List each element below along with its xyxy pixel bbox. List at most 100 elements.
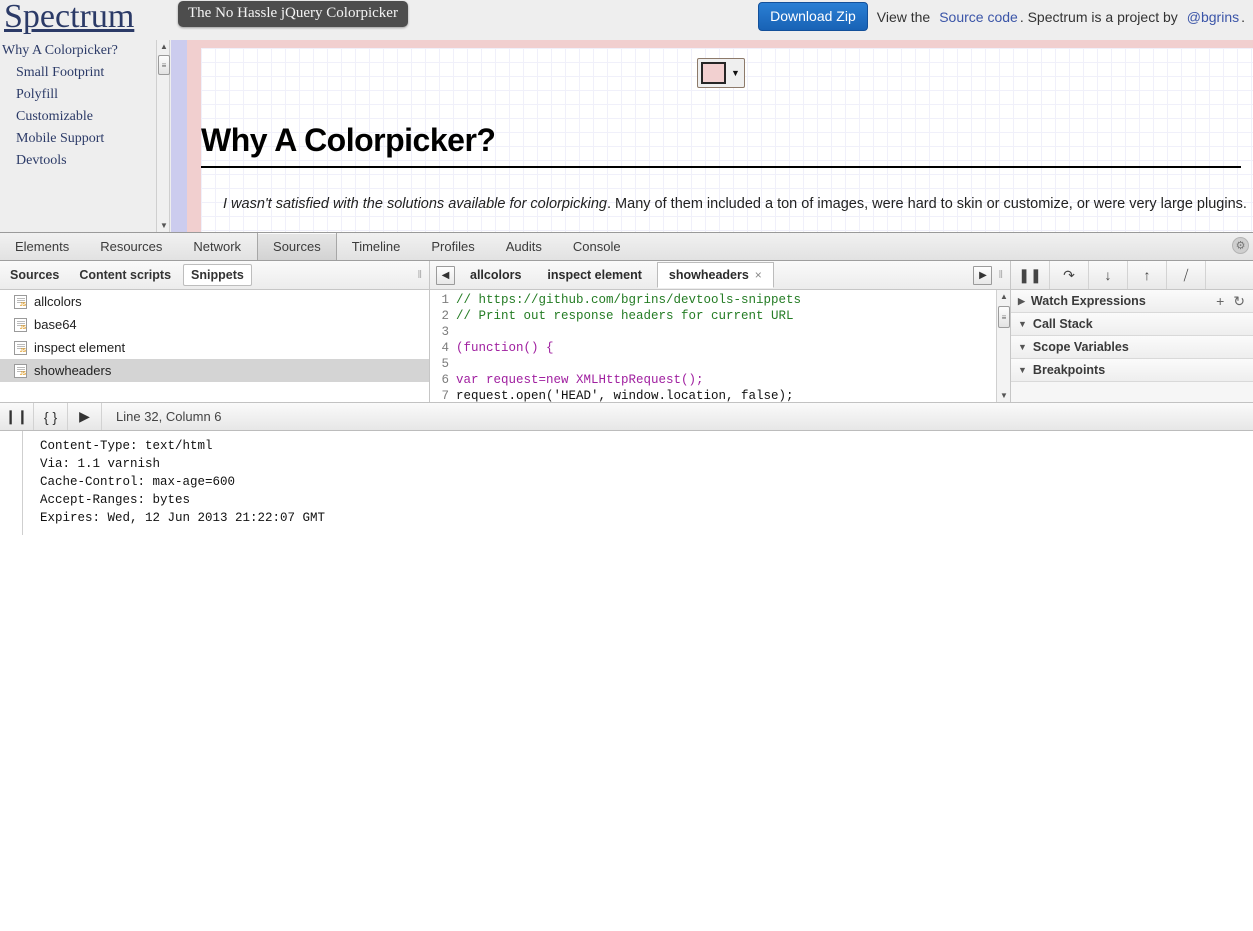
- spectrum-colorpicker-widget[interactable]: ▼: [697, 58, 745, 88]
- scroll-down-arrow-icon[interactable]: ▼: [157, 219, 171, 232]
- line-number: 3: [441, 325, 449, 339]
- navigator-sub-tabs: Sources Content scripts Snippets ‖: [0, 261, 430, 289]
- watch-actions: + ↻: [1216, 293, 1253, 310]
- refresh-watch-icon[interactable]: ↻: [1233, 293, 1245, 310]
- toc-item-why-a-colorpicker[interactable]: Why A Colorpicker?: [0, 40, 155, 62]
- color-swatch[interactable]: [701, 62, 726, 84]
- collapse-sidebar-button[interactable]: ▶: [973, 265, 993, 285]
- intro-paragraph-italic: I wasn't satisfied with the solutions av…: [223, 196, 607, 212]
- editor-tab-inspect-element[interactable]: inspect element: [536, 263, 652, 287]
- line-number: 7: [441, 389, 449, 402]
- chevron-down-icon[interactable]: ▼: [1018, 342, 1027, 352]
- navigator-resize-grip-icon[interactable]: ‖: [417, 269, 423, 281]
- snippet-item-base64[interactable]: base64: [0, 313, 429, 336]
- code-listing: 1 // https://github.com/bgrins/devtools-s…: [430, 290, 1010, 402]
- decorative-pink-band-top: [187, 40, 1253, 48]
- scrollbar-thumb[interactable]: ≡: [998, 306, 1010, 328]
- editor-tab-showheaders-label: showheaders: [668, 268, 749, 282]
- nav-tab-sources[interactable]: Sources: [2, 264, 67, 286]
- devtools-middle-region: allcolors base64 inspect element showhea…: [0, 290, 1253, 402]
- toc-item-small-footprint[interactable]: Small Footprint: [0, 62, 155, 84]
- tab-profiles[interactable]: Profiles: [416, 233, 490, 260]
- site-title-link[interactable]: Spectrum: [4, 0, 134, 36]
- header-text-project-by: . Spectrum is a project by: [1019, 8, 1178, 25]
- snippet-item-allcolors[interactable]: allcolors: [0, 290, 429, 313]
- javascript-file-icon: [14, 340, 27, 355]
- devtools-panel: Elements Resources Network Sources Timel…: [0, 232, 1253, 931]
- toc-item-polyfill[interactable]: Polyfill: [0, 84, 155, 106]
- scrollbar-thumb[interactable]: ≡: [158, 55, 170, 75]
- debugger-sidebar: ▶ Watch Expressions + ↻ ▼ Call Stack ▼ S…: [1010, 290, 1253, 402]
- source-code-link[interactable]: Source code: [939, 9, 1018, 25]
- pause-on-exceptions-button[interactable]: ❙❙: [0, 403, 34, 430]
- section-scope-variables[interactable]: ▼ Scope Variables: [1011, 336, 1253, 359]
- editor-right-controls: ▶ ‖: [967, 265, 1004, 285]
- line-number: 4: [441, 341, 449, 355]
- step-out-button[interactable]: ↑: [1128, 261, 1167, 289]
- code-text: // https://github.com/bgrins/devtools-sn…: [456, 293, 802, 307]
- nav-tab-snippets[interactable]: Snippets: [183, 264, 252, 286]
- toc-item-devtools[interactable]: Devtools: [0, 150, 155, 172]
- pretty-print-button[interactable]: { }: [34, 403, 68, 430]
- tab-network[interactable]: Network: [178, 233, 257, 260]
- snippets-list: allcolors base64 inspect element showhea…: [0, 290, 430, 402]
- section-label: Watch Expressions: [1030, 294, 1146, 308]
- tab-sources[interactable]: Sources: [257, 233, 337, 260]
- scroll-down-arrow-icon[interactable]: ▼: [997, 389, 1010, 402]
- javascript-file-icon: [14, 363, 27, 378]
- tab-console[interactable]: Console: [558, 233, 637, 260]
- code-line: 7 request.open('HEAD', window.location, f…: [430, 388, 1010, 402]
- line-number: 5: [441, 357, 449, 371]
- collapse-navigator-button[interactable]: ◀: [436, 265, 455, 285]
- close-icon[interactable]: ×: [755, 268, 762, 282]
- section-breakpoints[interactable]: ▼ Breakpoints: [1011, 359, 1253, 382]
- editor-tab-allcolors[interactable]: allcolors: [459, 263, 532, 287]
- run-snippet-button[interactable]: ▶: [68, 403, 102, 430]
- document-content-pane: ▼ Why A Colorpicker? I wasn't satisfied …: [201, 48, 1253, 232]
- deactivate-breakpoints-button[interactable]: ⧸: [1167, 261, 1206, 289]
- table-of-contents: Why A Colorpicker? Small Footprint Polyf…: [0, 40, 155, 232]
- step-over-button[interactable]: ↷: [1050, 261, 1089, 289]
- scroll-up-arrow-icon[interactable]: ▲: [997, 290, 1010, 303]
- add-watch-icon[interactable]: +: [1216, 293, 1224, 310]
- snippet-item-showheaders[interactable]: showheaders: [0, 359, 429, 382]
- intro-paragraph-rest: . Many of them included a ton of images,…: [607, 196, 1247, 212]
- chevron-down-icon[interactable]: ▼: [1018, 365, 1027, 375]
- page-scrollbar[interactable]: ▲ ≡ ▼: [156, 40, 170, 232]
- snippet-label: allcolors: [34, 294, 82, 309]
- author-link[interactable]: @bgrins: [1187, 9, 1239, 25]
- editor-scrollbar[interactable]: ▲ ≡ ▼: [996, 290, 1010, 402]
- code-text: var request=new XMLHttpRequest();: [456, 373, 704, 387]
- editor-tab-showheaders[interactable]: showheaders ×: [656, 262, 774, 288]
- snippet-item-inspect-element[interactable]: inspect element: [0, 336, 429, 359]
- gear-icon[interactable]: ⚙: [1232, 237, 1249, 254]
- source-code-editor[interactable]: 1 // https://github.com/bgrins/devtools-s…: [430, 290, 1010, 402]
- step-into-button[interactable]: ↓: [1089, 261, 1128, 289]
- toc-item-mobile-support[interactable]: Mobile Support: [0, 128, 155, 150]
- site-header: Spectrum The No Hassle jQuery Colorpicke…: [0, 0, 1253, 40]
- tab-timeline[interactable]: Timeline: [337, 233, 417, 260]
- chevron-down-icon[interactable]: ▼: [731, 68, 740, 78]
- javascript-file-icon: [14, 294, 27, 309]
- decorative-pink-band-left: [187, 40, 201, 232]
- toc-item-customizable[interactable]: Customizable: [0, 106, 155, 128]
- editor-resize-grip-icon[interactable]: ‖: [998, 269, 1004, 281]
- tab-audits[interactable]: Audits: [491, 233, 558, 260]
- scroll-up-arrow-icon[interactable]: ▲: [157, 40, 171, 53]
- nav-tab-content-scripts[interactable]: Content scripts: [71, 264, 179, 286]
- chevron-down-icon[interactable]: ▼: [1018, 319, 1027, 329]
- code-text: request.open('HEAD', window.location, fa…: [456, 389, 794, 402]
- tab-resources[interactable]: Resources: [85, 233, 178, 260]
- section-watch-expressions[interactable]: ▶ Watch Expressions + ↻: [1011, 290, 1253, 313]
- console-output-panel[interactable]: Content-Type: text/html Via: 1.1 varnish…: [0, 431, 1253, 931]
- tab-elements[interactable]: Elements: [0, 233, 85, 260]
- code-line: 5: [430, 356, 1010, 372]
- devtools-tab-bar: Elements Resources Network Sources Timel…: [0, 232, 1253, 261]
- section-call-stack[interactable]: ▼ Call Stack: [1011, 313, 1253, 336]
- editor-tab-strip: ◀ allcolors inspect element showheaders ×…: [430, 261, 1010, 289]
- chevron-right-icon[interactable]: ▶: [1018, 296, 1025, 307]
- pause-script-button[interactable]: ❚❚: [1011, 261, 1050, 289]
- download-zip-button[interactable]: Download Zip: [758, 2, 868, 31]
- header-text-period: .: [1241, 8, 1245, 25]
- section-label: Breakpoints: [1032, 363, 1106, 377]
